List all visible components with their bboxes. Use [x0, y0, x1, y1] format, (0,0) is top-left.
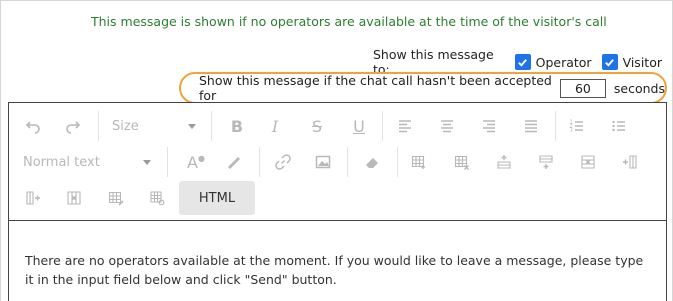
- message-settings-panel: This message is shown if no operators ar…: [0, 0, 673, 301]
- eraser-icon[interactable]: [361, 149, 383, 175]
- align-justify-icon[interactable]: [521, 113, 541, 139]
- toolbar-divider: [555, 111, 556, 141]
- timeout-label: Show this message if the chat call hasn'…: [199, 73, 552, 103]
- notice-text: This message is shown if no operators ar…: [91, 14, 607, 29]
- table-delete-icon[interactable]: [452, 149, 472, 175]
- svg-text:3: 3: [570, 128, 573, 134]
- underline-icon[interactable]: U: [349, 113, 369, 139]
- table-properties-icon[interactable]: [147, 185, 167, 211]
- checkbox-checked-icon[interactable]: [601, 54, 618, 70]
- row-delete-icon[interactable]: [578, 149, 598, 175]
- visitor-checkbox[interactable]: Visitor: [601, 54, 662, 70]
- text-format-label: Normal text: [23, 154, 100, 170]
- ordered-list-icon[interactable]: 123: [567, 113, 587, 139]
- toolbar-divider: [98, 111, 99, 141]
- editor-toolbar: Size B I S U 123 Normal text A ● HTML: [9, 103, 666, 221]
- timeout-seconds-input[interactable]: [559, 78, 606, 98]
- toolbar-divider: [211, 111, 212, 141]
- toolbar-divider: [167, 147, 168, 177]
- editor-content[interactable]: There are no operators available at the …: [25, 251, 645, 289]
- show-to-row: Show this message to: Operator Visitor: [373, 47, 672, 77]
- italic-icon[interactable]: I: [265, 113, 285, 139]
- unordered-list-icon[interactable]: [609, 113, 629, 139]
- chevron-down-icon: [188, 123, 196, 129]
- checkbox-checked-icon[interactable]: [514, 54, 531, 70]
- message-editor: Size B I S U 123 Normal text A ● HTML Th…: [8, 102, 667, 301]
- strikethrough-icon[interactable]: S: [307, 113, 327, 139]
- toolbar-divider: [382, 111, 383, 141]
- toolbar-divider: [397, 147, 398, 177]
- bold-icon[interactable]: B: [227, 113, 247, 139]
- row-insert-below-icon[interactable]: [536, 149, 556, 175]
- chevron-down-icon: [143, 159, 151, 165]
- column-delete-icon[interactable]: [64, 185, 84, 211]
- visitor-label: Visitor: [622, 54, 662, 70]
- html-mode-button[interactable]: HTML: [179, 181, 255, 215]
- image-icon[interactable]: [313, 149, 333, 175]
- cell-properties-icon[interactable]: [106, 185, 126, 211]
- highlight-icon[interactable]: [223, 149, 243, 175]
- toolbar-divider: [259, 147, 260, 177]
- align-center-icon[interactable]: [437, 113, 457, 139]
- align-right-icon[interactable]: [479, 113, 499, 139]
- undo-icon[interactable]: [23, 113, 43, 139]
- operator-checkbox[interactable]: Operator: [514, 54, 592, 70]
- operator-label: Operator: [535, 54, 592, 70]
- link-icon[interactable]: [273, 149, 293, 175]
- align-left-icon[interactable]: [395, 113, 415, 139]
- timeout-highlight: Show this message if the chat call hasn'…: [179, 72, 667, 104]
- toolbar-divider: [347, 147, 348, 177]
- font-color-icon[interactable]: A ●: [185, 149, 207, 175]
- timeout-unit: seconds: [613, 80, 665, 96]
- table-insert-icon[interactable]: [409, 149, 429, 175]
- column-insert-left-icon[interactable]: [620, 149, 640, 175]
- row-insert-above-icon[interactable]: [494, 149, 514, 175]
- size-dropdown[interactable]: Size: [112, 113, 196, 139]
- redo-icon[interactable]: [63, 113, 83, 139]
- text-format-dropdown[interactable]: Normal text: [23, 149, 151, 175]
- column-insert-right-icon[interactable]: [23, 185, 43, 211]
- size-dropdown-label: Size: [112, 118, 139, 134]
